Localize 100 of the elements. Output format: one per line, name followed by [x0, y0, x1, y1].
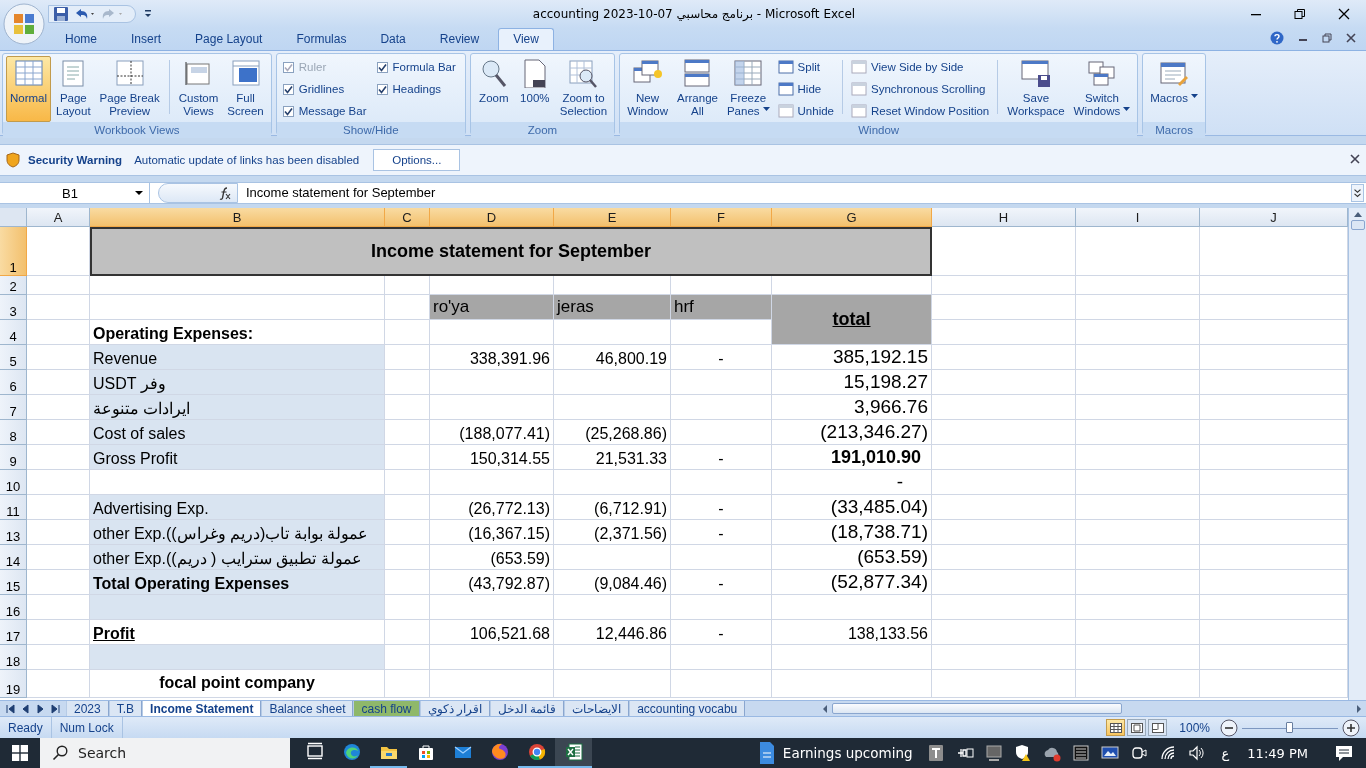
sheet-tab[interactable]: Balance sheet — [261, 701, 354, 716]
formula-field[interactable]: Income statement for September — [238, 183, 1351, 203]
row-header[interactable]: 9 — [0, 445, 27, 470]
sheet-tab[interactable]: قائمة الدخل — [489, 701, 565, 716]
clock[interactable]: 11:49 PM — [1247, 745, 1308, 761]
news-widget[interactable]: Earnings upcoming — [782, 745, 913, 761]
display-icon[interactable] — [1100, 744, 1119, 762]
options-button[interactable]: Options... — [373, 149, 461, 171]
first-sheet-icon[interactable] — [6, 703, 15, 714]
ribbon-button[interactable]: Zoom to Selection — [555, 56, 612, 122]
restore-icon[interactable] — [1294, 8, 1306, 20]
ribbon-button[interactable]: Page Layout — [52, 56, 95, 122]
scroll-left-arrow-icon[interactable] — [822, 703, 828, 714]
close-icon[interactable] — [1338, 8, 1350, 20]
ribbon-tab[interactable]: Data — [365, 28, 421, 50]
sheet-tab[interactable]: 2023 — [66, 701, 109, 716]
ribbon-button[interactable]: Page Break Preview — [95, 56, 164, 122]
scrollbar[interactable] — [1348, 208, 1366, 700]
ribbon-button[interactable]: Full Screen — [223, 56, 268, 122]
sheet-tab[interactable]: T.B — [108, 701, 143, 716]
next-sheet-icon[interactable] — [36, 703, 45, 714]
function-icon[interactable] — [218, 186, 232, 200]
sheet-tab[interactable]: Income Statement — [142, 701, 262, 716]
ribbon-button[interactable]: Save Workspace — [1003, 56, 1069, 122]
save-icon[interactable] — [53, 6, 69, 22]
column-header[interactable]: C — [385, 208, 430, 227]
sheet-tab[interactable]: accounting vocabu — [629, 701, 746, 716]
last-sheet-icon[interactable] — [51, 703, 60, 714]
ribbon-button[interactable]: Split — [774, 56, 837, 78]
row-header[interactable]: 6 — [0, 370, 27, 395]
language-indicator[interactable]: ع — [1221, 745, 1230, 761]
ribbon-button[interactable]: Macros — [1146, 56, 1202, 122]
sheet-tab[interactable]: الايضاحات — [564, 701, 630, 716]
scroll-up-arrow-icon[interactable] — [1352, 210, 1363, 218]
search-field[interactable]: Search — [40, 738, 290, 768]
column-header[interactable]: B — [90, 208, 385, 227]
wifi-icon[interactable] — [1158, 744, 1177, 762]
help-icon[interactable] — [1270, 31, 1284, 45]
ribbon-button[interactable]: Switch Windows — [1069, 56, 1135, 122]
row-header[interactable]: 3 — [0, 295, 27, 320]
sheet-tab[interactable]: cash flow — [353, 701, 420, 716]
row-header[interactable]: 17 — [0, 620, 27, 645]
keyboard-icon[interactable] — [1071, 744, 1090, 762]
checkbox[interactable]: Headings — [373, 78, 462, 100]
column-header[interactable]: A — [27, 208, 90, 227]
column-header[interactable]: E — [554, 208, 671, 227]
column-header[interactable]: D — [430, 208, 554, 227]
row-header[interactable]: 10 — [0, 470, 27, 495]
column-header[interactable]: J — [1200, 208, 1348, 227]
checkbox[interactable]: Gridlines — [279, 78, 373, 100]
checkbox[interactable]: Formula Bar — [373, 56, 462, 78]
ribbon-button[interactable]: Zoom — [473, 56, 514, 122]
ribbon-tab[interactable]: Home — [50, 28, 112, 50]
shield-icon[interactable] — [1013, 744, 1032, 762]
scroll-thumb[interactable] — [1350, 220, 1365, 230]
slider-thumb[interactable] — [1286, 721, 1293, 733]
ribbon-tab[interactable]: Review — [424, 28, 495, 50]
view-button[interactable] — [1127, 719, 1147, 736]
column-header[interactable]: I — [1076, 208, 1200, 227]
camera-icon[interactable] — [1129, 744, 1148, 762]
zoom-out-icon[interactable] — [1220, 718, 1238, 737]
column-header[interactable]: G — [772, 208, 932, 227]
row-header[interactable]: 13 — [0, 520, 27, 545]
taskbar-button[interactable] — [555, 738, 592, 768]
document-icon[interactable] — [758, 741, 775, 765]
row-header[interactable]: 14 — [0, 545, 27, 570]
expand-icon[interactable] — [1351, 184, 1364, 202]
monitor-icon[interactable] — [984, 744, 1003, 762]
ribbon-button[interactable]: Hide — [774, 78, 837, 100]
sheet-tab[interactable]: اقرار ذكوي — [419, 701, 490, 716]
zoom-in-icon[interactable] — [1342, 718, 1360, 737]
row-header[interactable]: 11 — [0, 495, 27, 520]
ribbon-button[interactable]: Freeze Panes — [722, 56, 774, 122]
close-icon[interactable] — [1346, 33, 1356, 43]
column-header[interactable]: F — [671, 208, 772, 227]
row-header[interactable]: 15 — [0, 570, 27, 595]
row-header[interactable]: 7 — [0, 395, 27, 420]
checkbox[interactable]: Message Bar — [279, 100, 373, 122]
row-header[interactable]: 4 — [0, 320, 27, 345]
view-button[interactable] — [1148, 719, 1168, 736]
row-header[interactable]: 16 — [0, 595, 27, 620]
view-button[interactable] — [1106, 719, 1126, 736]
scroll-right-arrow-icon[interactable] — [1356, 703, 1362, 714]
ribbon-button[interactable]: Custom Views — [174, 56, 223, 122]
ribbon-tab[interactable]: Page Layout — [180, 28, 278, 50]
ribbon-button[interactable]: Normal — [6, 56, 52, 122]
row-header[interactable]: 1 — [0, 227, 27, 276]
previous-sheet-icon[interactable] — [21, 703, 30, 714]
ribbon-button[interactable]: 100% — [514, 56, 555, 122]
column-header[interactable]: H — [932, 208, 1076, 227]
notification-icon[interactable] — [1334, 743, 1354, 763]
row-header[interactable]: 5 — [0, 345, 27, 370]
ribbon-tab[interactable]: Insert — [116, 28, 177, 50]
row-header[interactable]: 2 — [0, 276, 27, 295]
ribbon-tab[interactable]: Formulas — [281, 28, 362, 50]
ribbon-button[interactable]: Arrange All — [673, 56, 722, 122]
badge-icon[interactable] — [926, 744, 945, 762]
volume-icon[interactable] — [1187, 744, 1206, 762]
row-header[interactable]: 19 — [0, 670, 27, 698]
row-header[interactable]: 18 — [0, 645, 27, 670]
